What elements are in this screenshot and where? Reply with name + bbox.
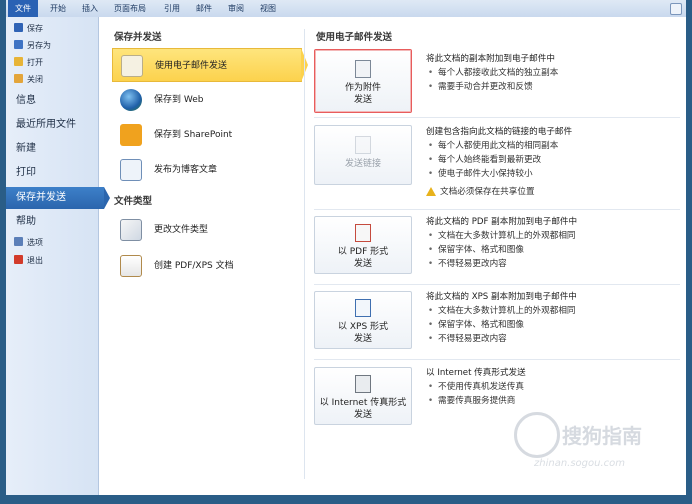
- warning-icon: [426, 187, 436, 196]
- save-icon: [14, 23, 23, 32]
- option-save-sharepoint[interactable]: 保存到 SharePoint: [112, 118, 302, 152]
- separator: [314, 359, 680, 360]
- send-as-pdf-button[interactable]: 以 PDF 形式 发送: [314, 216, 412, 274]
- pane-title: 使用电子邮件发送: [316, 32, 393, 43]
- nav-open[interactable]: 打开: [14, 55, 43, 71]
- pdf-xps-icon: [120, 255, 142, 277]
- sogou-watermark: 搜狗指南 zhinan.sogou.com: [514, 412, 684, 492]
- options-icon: [14, 237, 23, 246]
- option-save-web[interactable]: 保存到 Web: [112, 83, 302, 117]
- email-doc-icon: [121, 55, 143, 77]
- nav-new[interactable]: 新建: [6, 138, 98, 160]
- tab-insert[interactable]: 插入: [82, 2, 98, 16]
- nav-print[interactable]: 打印: [6, 162, 98, 184]
- exit-icon: [14, 255, 23, 264]
- separator: [314, 117, 680, 118]
- tab-mailings[interactable]: 邮件: [196, 2, 212, 16]
- nav-info[interactable]: 信息: [6, 90, 98, 112]
- nav-save-as[interactable]: 另存为: [14, 38, 51, 54]
- tab-references[interactable]: 引用: [164, 2, 180, 16]
- separator: [314, 284, 680, 285]
- link-description: 创建包含指向此文档的链接的电子邮件 每个人都使用此文档的相同副本 每个人始终能看…: [426, 125, 682, 199]
- pdf-description: 将此文档的 PDF 副本附加到电子邮件中 文档在大多数计算机上的外观都相同 保留…: [426, 215, 682, 271]
- tab-file[interactable]: 文件: [8, 0, 38, 17]
- xps-description: 将此文档的 XPS 副本附加到电子邮件中 文档在大多数计算机上的外观都相同 保留…: [426, 290, 682, 346]
- tab-home[interactable]: 开始: [50, 2, 66, 16]
- option-create-pdf-xps[interactable]: 创建 PDF/XPS 文档: [112, 249, 302, 283]
- sharepoint-icon: [120, 124, 142, 146]
- ribbon-tabs: 文件 开始 插入 页面布局 引用 邮件 审阅 视图: [6, 0, 686, 18]
- word-window: 文件 开始 插入 页面布局 引用 邮件 审阅 视图 保存 另存为 打开 关闭 信…: [0, 0, 692, 504]
- send-link-button[interactable]: 发送链接: [314, 125, 412, 185]
- send-as-xps-button[interactable]: 以 XPS 形式 发送: [314, 291, 412, 349]
- blog-icon: [120, 159, 142, 181]
- save-send-options: 保存并发送 使用电子邮件发送 保存到 Web 保存到 SharePoint 发布…: [106, 17, 308, 495]
- nav-recent[interactable]: 最近所用文件: [6, 114, 98, 136]
- tab-page-layout[interactable]: 页面布局: [114, 2, 146, 16]
- nav-help[interactable]: 帮助: [6, 211, 98, 233]
- fax-description: 以 Internet 传真形式发送 不使用传真机发送传真 需要传真服务提供商: [426, 366, 682, 408]
- sogou-logo-icon: [514, 412, 560, 458]
- send-as-internet-fax-button[interactable]: 以 Internet 传真形式 发送: [314, 367, 412, 425]
- tab-review[interactable]: 审阅: [228, 2, 244, 16]
- xps-icon: [355, 299, 371, 317]
- column-divider: [304, 29, 305, 479]
- close-doc-icon: [14, 74, 23, 83]
- nav-options[interactable]: 选项: [14, 235, 43, 251]
- attachment-icon: [355, 60, 371, 78]
- nav-exit[interactable]: 退出: [14, 253, 43, 269]
- section-title-save-send: 保存并发送: [114, 32, 162, 43]
- separator: [314, 209, 680, 210]
- option-change-file-type[interactable]: 更改文件类型: [112, 213, 302, 247]
- pdf-icon: [355, 224, 371, 242]
- open-folder-icon: [14, 57, 23, 66]
- globe-icon: [120, 89, 142, 111]
- nav-close[interactable]: 关闭: [14, 72, 43, 88]
- tab-view[interactable]: 视图: [260, 2, 276, 16]
- link-icon: [355, 136, 371, 154]
- option-publish-blog[interactable]: 发布为博客文章: [112, 153, 302, 187]
- fax-icon: [355, 375, 371, 393]
- shared-location-warning: 文档必须保存在共享位置: [426, 185, 682, 199]
- help-icon[interactable]: [670, 3, 682, 15]
- nav-save-and-send[interactable]: 保存并发送: [6, 187, 110, 209]
- nav-save[interactable]: 保存: [14, 21, 43, 37]
- attachment-description: 将此文档的副本附加到电子邮件中 每个人都接收此文档的独立副本 需要手动合并更改和…: [426, 52, 682, 94]
- section-title-file-types: 文件类型: [114, 196, 153, 207]
- save-as-icon: [14, 40, 23, 49]
- backstage-nav: 保存 另存为 打开 关闭 信息 最近所用文件 新建 打印 保存并发送 帮助 选项…: [6, 17, 110, 495]
- change-type-icon: [120, 219, 142, 241]
- send-as-attachment-button[interactable]: 作为附件 发送: [314, 49, 412, 113]
- option-send-email[interactable]: 使用电子邮件发送: [112, 48, 308, 82]
